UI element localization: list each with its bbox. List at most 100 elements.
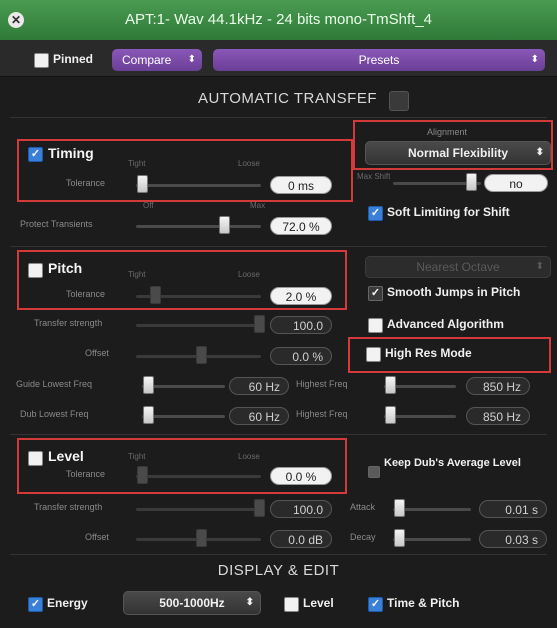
pinned-label: Pinned [53,52,94,66]
dub-lowest-label: Dub Lowest Freq [20,409,89,419]
guide-lowest-label: Guide Lowest Freq [16,379,93,389]
keep-average-checkbox[interactable] [368,466,380,478]
divider [10,246,547,247]
pitch-transfer-field[interactable]: 100.0 [270,316,332,334]
updown-arrow-icon: ⬍ [530,54,539,65]
dub-lowest-slider[interactable] [143,406,154,424]
pitch-tolerance-slider[interactable] [150,286,161,304]
updown-arrow-icon: ⬍ [535,147,544,158]
band-value: 500-1000Hz [159,596,225,610]
guide-highest-field[interactable]: 850 Hz [466,377,530,395]
divider [10,117,547,118]
pitch-transfer-track[interactable] [136,324,261,327]
level-tolerance-label: Tolerance [66,469,106,479]
high-res-checkbox[interactable] [366,347,381,362]
smooth-jumps-checkbox[interactable]: ✓ [368,286,383,301]
level-transfer-label: Transfer strength [34,502,103,512]
updown-arrow-icon: ⬍ [187,54,196,65]
presets-label: Presets [358,53,400,67]
pitch-transfer-label: Transfer strength [34,318,103,328]
timing-tight-label: Tight [128,159,146,168]
level-tight-label: Tight [128,452,146,461]
compare-button[interactable]: Compare ⬍ [112,49,202,71]
pitch-tolerance-field[interactable]: 2.0 % [270,287,332,305]
high-res-label: High Res Mode [385,346,472,360]
dub-lowest-track[interactable] [142,415,225,418]
level-checkbox[interactable] [28,451,43,466]
advanced-algorithm-checkbox[interactable] [368,318,383,333]
alignment-popup[interactable]: Normal Flexibility ⬍ [365,141,551,165]
level-loose-label: Loose [238,452,260,461]
keep-average-label: Keep Dub's Average Level [384,457,521,469]
level-tolerance-track[interactable] [136,475,261,478]
timing-loose-label: Loose [238,159,260,168]
display-level-label: Level [303,596,334,610]
guide-lowest-track[interactable] [142,385,225,388]
level-offset-field[interactable]: 0.0 dB [270,530,332,548]
protect-transients-label: Protect Transients [20,219,93,229]
display-level-checkbox[interactable] [284,597,299,612]
timing-tolerance-field[interactable]: 0 ms [270,176,332,194]
timing-tolerance-track[interactable] [136,184,261,187]
dub-lowest-field[interactable]: 60 Hz [229,407,289,425]
timing-tolerance-label: Tolerance [66,178,106,188]
dub-highest-slider[interactable] [385,406,396,424]
guide-highest-label: Highest Freq [296,379,348,389]
pitch-offset-slider[interactable] [196,346,207,364]
decay-field[interactable]: 0.03 s [479,530,547,548]
automatic-transfer-toggle[interactable] [389,91,409,111]
divider [10,434,547,435]
advanced-algorithm-label: Advanced Algorithm [387,317,504,331]
pitch-tight-label: Tight [128,270,146,279]
presets-popup[interactable]: Presets ⬍ [213,49,545,71]
pinned-checkbox[interactable] [34,53,49,68]
smooth-jumps-label: Smooth Jumps in Pitch [387,285,521,299]
pitch-transfer-slider[interactable] [254,315,265,333]
dub-highest-label: Highest Freq [296,409,348,419]
level-label: Level [48,448,84,464]
level-tolerance-slider[interactable] [137,466,148,484]
guide-lowest-slider[interactable] [143,376,154,394]
guide-highest-slider[interactable] [385,376,396,394]
level-offset-label: Offset [85,532,109,542]
attack-field[interactable]: 0.01 s [479,500,547,518]
dub-highest-field[interactable]: 850 Hz [466,407,530,425]
protect-transients-slider[interactable] [219,216,230,234]
level-tolerance-field[interactable]: 0.0 % [270,467,332,485]
max-shift-field[interactable]: no [484,174,548,192]
time-pitch-label: Time & Pitch [387,596,460,610]
decay-slider[interactable] [394,529,405,547]
level-transfer-slider[interactable] [254,499,265,517]
display-edit-title: DISPLAY & EDIT [217,562,340,579]
pitch-tolerance-label: Tolerance [66,289,106,299]
pitch-offset-field[interactable]: 0.0 % [270,347,332,365]
level-transfer-track[interactable] [136,508,261,511]
nearest-octave-popup[interactable]: Nearest Octave ⬍ [365,256,551,278]
divider [10,554,547,555]
band-popup[interactable]: 500-1000Hz ⬍ [123,591,261,615]
time-pitch-checkbox[interactable]: ✓ [368,597,383,612]
protect-transients-field[interactable]: 72.0 % [270,217,332,235]
protect-max-label: Max [250,201,266,210]
max-shift-slider[interactable] [466,173,477,191]
decay-label: Decay [350,532,376,542]
soft-limiting-checkbox[interactable]: ✓ [368,206,383,221]
alignment-value: Normal Flexibility [407,146,509,160]
guide-lowest-field[interactable]: 60 Hz [229,377,289,395]
alignment-label: Alignment [427,127,468,137]
nearest-octave-label: Nearest Octave [416,260,500,274]
compare-label: Compare [122,53,172,67]
protect-transients-track[interactable] [136,225,261,228]
max-shift-label: Max Shift [357,172,391,181]
energy-checkbox[interactable]: ✓ [28,597,43,612]
pitch-label: Pitch [48,260,83,276]
level-offset-slider[interactable] [196,529,207,547]
attack-slider[interactable] [394,499,405,517]
level-transfer-field[interactable]: 100.0 [270,500,332,518]
pitch-offset-label: Offset [85,348,109,358]
pitch-checkbox[interactable] [28,263,43,278]
automatic-transfer-title: AUTOMATIC TRANSFEF [198,90,378,107]
timing-checkbox[interactable]: ✓ [28,147,43,162]
timing-tolerance-slider[interactable] [137,175,148,193]
window-title: APT:1- Wav 44.1kHz - 24 bits mono-TmShft… [124,11,433,28]
